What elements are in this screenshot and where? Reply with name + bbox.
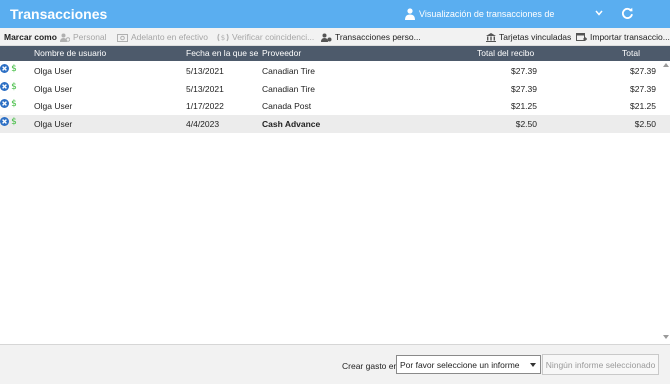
cell-vendor: Canadian Tire	[262, 66, 315, 76]
report-select[interactable]: Por favor seleccione un informe	[396, 355, 541, 374]
svg-text:$: $	[12, 64, 18, 73]
column-header-vendor[interactable]: Proveedor	[262, 48, 362, 58]
transaction-view-label[interactable]: Visualización de transacciones de	[419, 9, 554, 19]
page-title: Transacciones	[10, 6, 108, 22]
cell-total: $2.50	[634, 119, 656, 129]
svg-text:$: $	[12, 117, 18, 126]
column-header-receipt-total[interactable]: Total del recibo	[477, 48, 534, 58]
delete-icon[interactable]	[0, 64, 9, 73]
chevron-down-icon[interactable]	[595, 10, 603, 16]
linked-cards-label: Tarjetas vinculadas	[499, 32, 572, 42]
table-row[interactable]: Olga User 5/13/2021 Canadian Tire $ $27.…	[0, 80, 670, 98]
receipt-icon[interactable]: $	[11, 115, 18, 127]
column-header-total[interactable]: Total	[622, 48, 640, 58]
receipt-icon[interactable]: $	[11, 62, 18, 74]
custom-transactions-button[interactable]: Transacciones perso...	[321, 32, 421, 43]
personal-button[interactable]: Personal	[60, 32, 107, 43]
chevron-down-icon	[530, 363, 536, 367]
receipt-icon[interactable]: $	[11, 97, 18, 109]
scroll-down-arrow-icon[interactable]	[663, 335, 669, 339]
mark-as-label: Marcar como	[4, 32, 57, 42]
import-transactions-button[interactable]: Importar transaccio...	[576, 32, 670, 42]
table-header: Nombre de usuario Fecha en la que se i P…	[0, 46, 670, 61]
cell-total: $21.25	[630, 101, 656, 111]
cell-total: $27.39	[630, 66, 656, 76]
cell-date: 1/17/2022	[186, 101, 224, 111]
footer-bar: Crear gasto en: Por favor seleccione un …	[0, 344, 670, 384]
cell-user: Olga User	[34, 119, 73, 129]
cell-date: 5/13/2021	[186, 84, 224, 94]
custom-transactions-label: Transacciones perso...	[335, 32, 421, 42]
create-expense-label: Crear gasto en:	[342, 361, 401, 371]
import-transactions-label: Importar transaccio...	[590, 32, 670, 42]
cell-user: Olga User	[34, 101, 73, 111]
table-row[interactable]: Olga User 5/13/2021 Canadian Tire $ $27.…	[0, 62, 670, 80]
cell-date: 4/4/2023	[186, 119, 220, 129]
cell-user: Olga User	[34, 84, 73, 94]
scroll-up-arrow-icon[interactable]	[663, 63, 669, 67]
svg-text:$: $	[221, 34, 225, 42]
cell-receipt-total: $27.39	[511, 84, 537, 94]
svg-text:$: $	[12, 82, 18, 91]
verify-matches-label: Verificar coincidenci...	[232, 32, 315, 42]
cell-vendor: Cash Advance	[262, 119, 321, 129]
toolbar: Marcar como Personal Adelanto en efectiv…	[0, 28, 670, 46]
no-report-selected-button[interactable]: Ningún informe seleccionado	[542, 354, 659, 375]
delete-icon[interactable]	[0, 99, 9, 108]
table-row[interactable]: Olga User 4/4/2023 Cash Advance $ $2.50 …	[0, 115, 670, 133]
cell-receipt-total: $27.39	[511, 66, 537, 76]
svg-text:$: $	[12, 99, 18, 108]
user-icon	[405, 8, 415, 20]
cell-date: 5/13/2021	[186, 66, 224, 76]
receipt-icon[interactable]: $	[11, 80, 18, 92]
table-row[interactable]: Olga User 1/17/2022 Canada Post $ $21.25…	[0, 97, 670, 115]
verify-matches-button[interactable]: $ Verificar coincidenci...	[217, 32, 314, 42]
cash-advance-label: Adelanto en efectivo	[131, 32, 209, 42]
refresh-icon[interactable]	[621, 7, 634, 20]
cash-advance-button[interactable]: Adelanto en efectivo	[117, 32, 208, 42]
import-icon	[576, 33, 587, 42]
verify-icon: $	[217, 33, 229, 42]
report-select-value: Por favor seleccione un informe	[400, 360, 520, 370]
personal-label: Personal	[73, 32, 107, 42]
bank-icon	[486, 33, 496, 43]
cell-receipt-total: $21.25	[511, 101, 537, 111]
vertical-scrollbar[interactable]	[662, 61, 670, 343]
column-header-date[interactable]: Fecha en la que se i	[186, 48, 259, 58]
personal-icon	[60, 33, 70, 43]
column-header-user[interactable]: Nombre de usuario	[34, 48, 174, 58]
cell-receipt-total: $2.50	[515, 119, 537, 129]
cell-vendor: Canada Post	[262, 101, 312, 111]
cell-total: $27.39	[630, 84, 656, 94]
cell-vendor: Canadian Tire	[262, 84, 315, 94]
delete-icon[interactable]	[0, 117, 9, 126]
user-gear-icon	[321, 33, 332, 43]
cell-user: Olga User	[34, 66, 73, 76]
app-header: Transacciones Visualización de transacci…	[0, 0, 670, 28]
cash-icon	[117, 33, 128, 42]
linked-cards-button[interactable]: Tarjetas vinculadas	[486, 32, 572, 43]
delete-icon[interactable]	[0, 82, 9, 91]
